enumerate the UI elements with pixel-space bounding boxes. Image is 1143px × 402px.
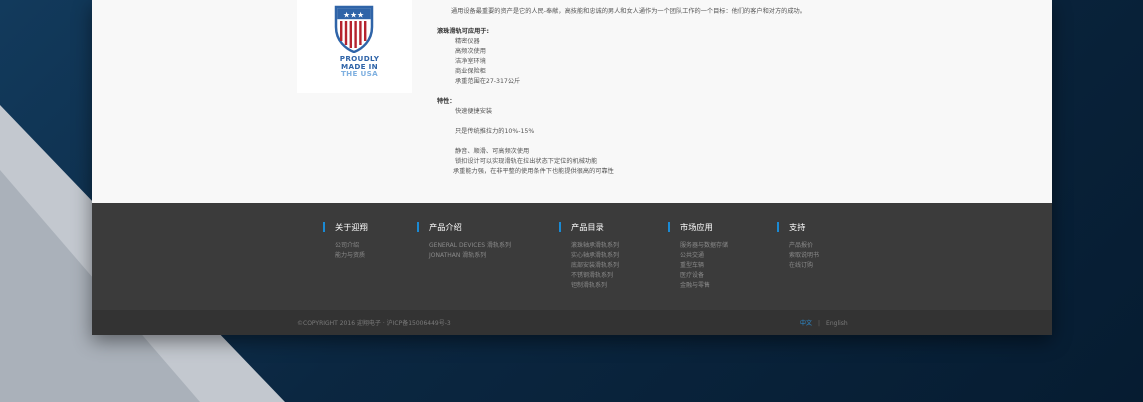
footer-link[interactable]: 钽制滑轨系列 [559,281,619,291]
feature-item: 锁扣设计可以实现滑轨在拉出状态下定位的机械功能 [455,158,598,165]
application-item: 商业保险柜 [455,68,486,75]
footer-link[interactable]: 不锈钢滑轨系列 [559,271,619,281]
footer-link[interactable]: GENERAL DEVICES 滑轨系列 [417,241,511,251]
applications-heading: 滚珠滑轨可应用于: [437,28,489,35]
shield-icon: ★ ★ ★ [334,5,374,53]
footer-link[interactable]: 索取说明书 [777,251,819,261]
footer-column-about: 关于迎翔 公司介绍 能力与资质 [323,222,368,261]
lang-separator: | [818,320,821,327]
made-in-usa-logo: ★ ★ ★ PROUDLY MADE IN THE USA [297,0,412,93]
footer-link[interactable]: 底部安装滑轨系列 [559,261,619,271]
footer-column-catalog: 产品目录 滚珠轴承滑轨系列 实心轴承滑轨系列 底部安装滑轨系列 不锈钢滑轨系列 … [559,222,619,291]
site-footer: 关于迎翔 公司介绍 能力与资质 产品介绍 GENERAL DEVICES 滑轨系… [92,203,1052,310]
svg-text:★: ★ [357,11,364,20]
footer-link[interactable]: 实心轴承滑轨系列 [559,251,619,261]
footer-column-title: 产品目录 [559,222,619,232]
feature-item: 只是传统推拉力的10%-15% [455,128,535,135]
application-item: 精密仪器 [455,38,480,45]
feature-item: 承重能力强，在非平整的使用条件下也能提供很高的可靠性 [453,168,614,175]
footer-link[interactable]: 能力与资质 [323,251,368,261]
footer-link[interactable]: 公共交通 [668,251,728,261]
footer-link[interactable]: 在线订购 [777,261,819,271]
application-item: 洁净室环境 [455,58,486,65]
product-content: ★ ★ ★ PROUDLY MADE IN THE USA 通用设备最重要的资产… [92,0,1052,203]
lang-english-link[interactable]: English [826,320,848,327]
footer-column-products: 产品介绍 GENERAL DEVICES 滑轨系列 JONATHAN 滑轨系列 [417,222,511,261]
footer-column-title: 关于迎翔 [323,222,368,232]
web-page: ★ ★ ★ PROUDLY MADE IN THE USA 通用设备最重要的资产… [92,0,1052,335]
feature-item: 快速便捷安装 [455,108,493,115]
footer-link[interactable]: 服务器与数据存储 [668,241,728,251]
footer-column-title: 产品介绍 [417,222,511,232]
application-item: 承重范围在27-317公斤 [455,78,521,85]
feature-item: 静音、顺滑、可高频次使用 [455,148,530,155]
footer-column-title: 支持 [777,222,819,232]
application-item: 高频次使用 [455,48,486,55]
footer-link[interactable]: JONATHAN 滑轨系列 [417,251,511,261]
features-heading: 特性： [437,98,456,105]
footer-column-markets: 市场应用 服务器与数据存储 公共交通 重型车辆 医疗设备 金融与零售 [668,222,728,291]
copyright-text: ©COPYRIGHT 2016 迎翔电子 · 沪ICP备15006449号-3 [297,320,451,327]
footer-link[interactable]: 产品报价 [777,241,819,251]
footer-link[interactable]: 公司介绍 [323,241,368,251]
intro-text: 通用设备最重要的资产是它的人民-奉献，高技能和忠诚的男人和女人通作为一个团队工作… [451,8,806,15]
lang-chinese-link[interactable]: 中文 [800,320,812,327]
footer-link[interactable]: 重型车辆 [668,261,728,271]
footer-link[interactable]: 滚珠轴承滑轨系列 [559,241,619,251]
logo-line-3: THE USA [340,69,378,79]
logo-caption: PROUDLY MADE IN THE USA [297,55,422,78]
footer-bottom-bar: ©COPYRIGHT 2016 迎翔电子 · 沪ICP备15006449号-3 … [92,310,1052,335]
footer-link[interactable]: 医疗设备 [668,271,728,281]
language-switcher: 中文 | English [800,318,848,327]
footer-column-title: 市场应用 [668,222,728,232]
footer-link[interactable]: 金融与零售 [668,281,728,291]
footer-column-support: 支持 产品报价 索取说明书 在线订购 [777,222,819,271]
